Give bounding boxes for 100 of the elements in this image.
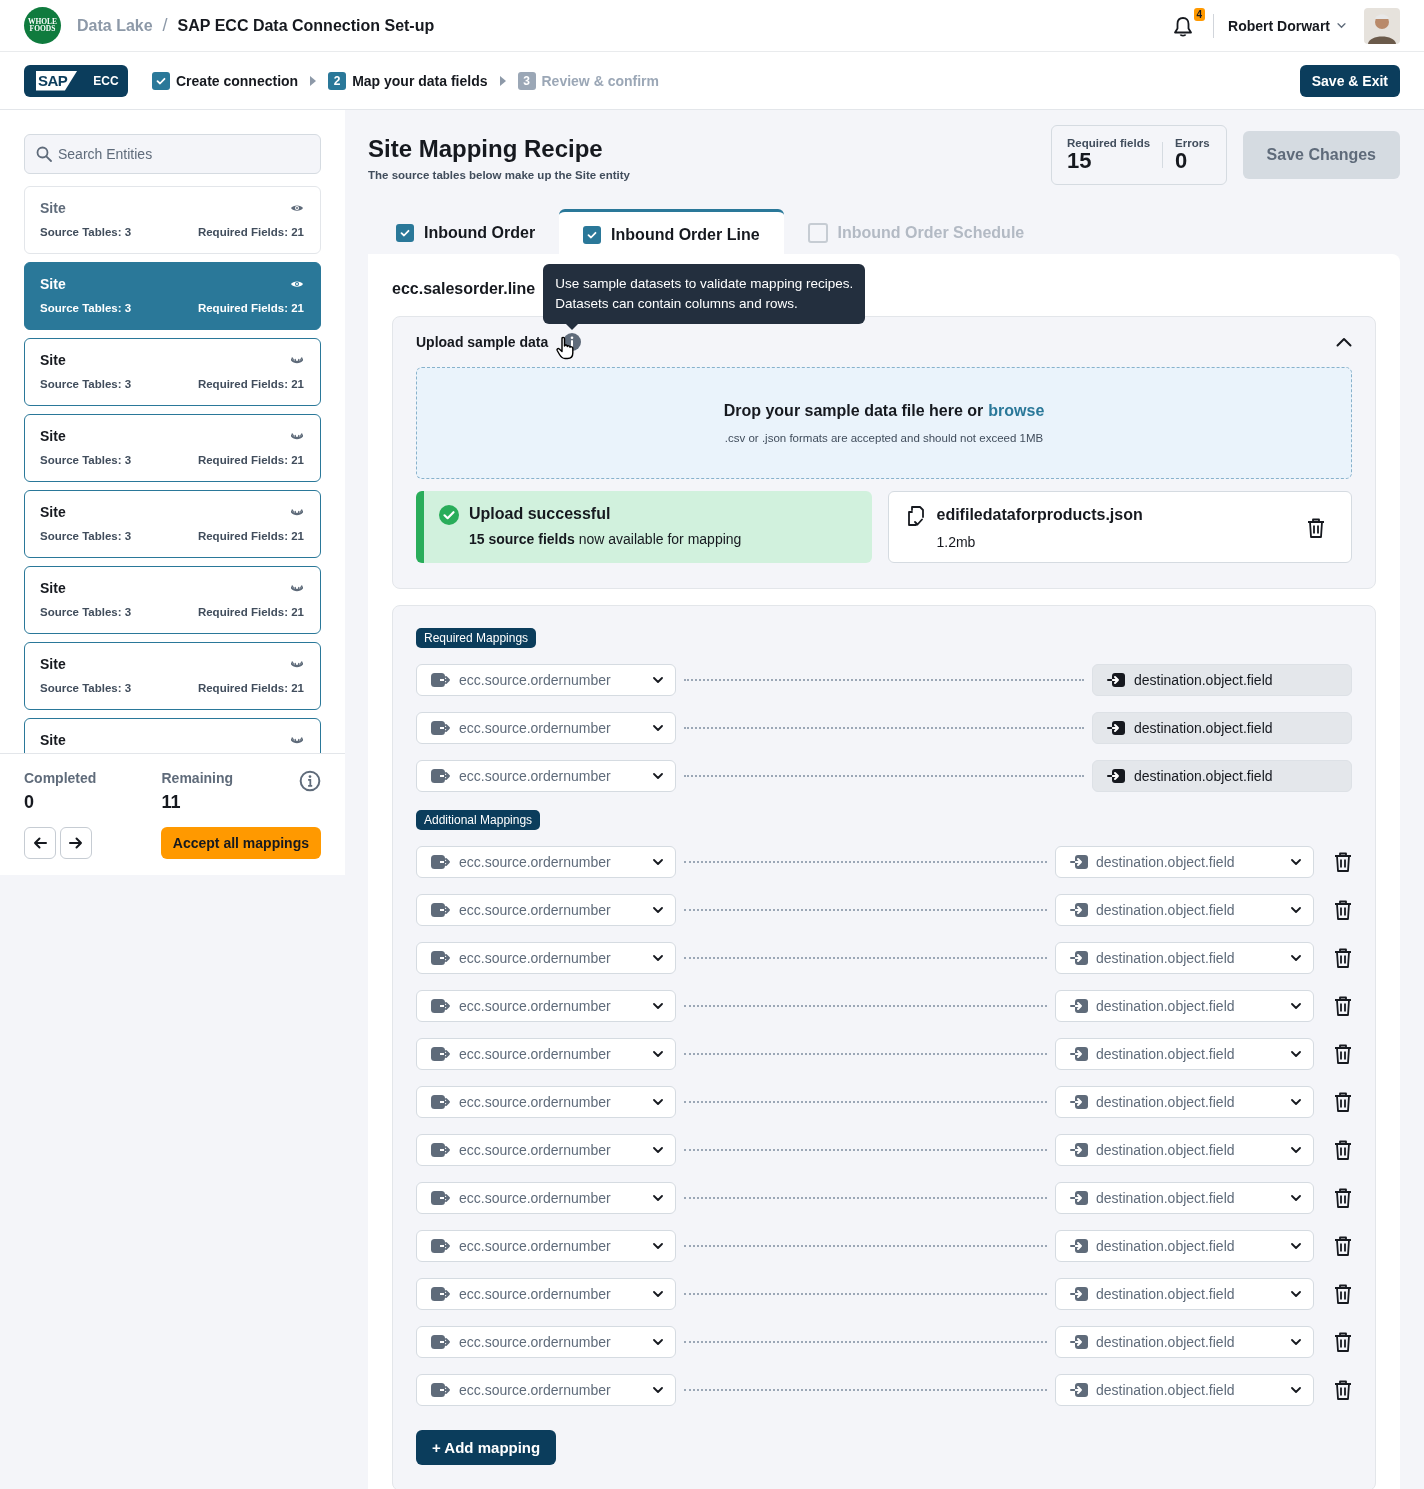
chevron-down-icon [1291,1050,1301,1058]
tab[interactable]: Inbound Order [372,212,560,254]
source-select[interactable]: ecc.source.ordernumber [416,1182,676,1214]
destination-select[interactable]: destination.object.field [1055,990,1314,1022]
notification-count: 4 [1193,7,1206,21]
file-icon [906,506,925,526]
trash-icon[interactable] [1307,518,1325,538]
trash-icon[interactable] [1334,1092,1352,1112]
page-subtitle: The source tables below make up the Site entity [368,169,631,181]
next-button[interactable] [60,827,92,859]
alert-title: Upload successful [469,505,612,523]
search-field[interactable]: Search Entities [24,134,321,174]
entity-card[interactable]: Site Source Tables: 3 Required Fields: 21 [24,642,321,710]
source-select[interactable]: ecc.source.ordernumber [416,942,676,974]
sap-logo: SAP [36,70,78,91]
trash-icon[interactable] [1334,1284,1352,1304]
source-select[interactable]: ecc.source.ordernumber [416,712,676,744]
destination-select[interactable]: destination.object.field [1055,1278,1314,1310]
destination-select[interactable]: destination.object.field [1055,1326,1314,1358]
entity-card[interactable]: Site Source Tables: 3 Required Fields: 21 [24,262,321,330]
chevron-down-icon [653,1002,663,1010]
tab[interactable]: Inbound Order Line [559,209,784,254]
entity-card[interactable]: Site Source Tables: 3 Required Fields: 21 [24,490,321,558]
source-select[interactable]: ecc.source.ordernumber [416,1326,676,1358]
source-select[interactable]: ecc.source.ordernumber [416,1278,676,1310]
export-icon [431,999,451,1013]
source-select[interactable]: ecc.source.ordernumber [416,1134,676,1166]
trash-icon[interactable] [1334,948,1352,968]
chevron-down-icon [653,772,663,780]
source-select[interactable]: ecc.source.ordernumber [416,1038,676,1070]
entity-name: Site [40,580,66,596]
source-select[interactable]: ecc.source.ordernumber [416,846,676,878]
browse-link[interactable]: browse [988,402,1045,420]
drop-zone[interactable]: Drop your sample data file here or browse .csv or .json formats are accepted and should not exceed 1MB [416,367,1352,479]
entity-card[interactable]: Site Source Tables: 3 Required Fields: 21 [24,338,321,406]
trash-icon[interactable] [1334,1236,1352,1256]
destination-select[interactable]: destination.object.field [1055,846,1314,878]
trash-icon[interactable] [1334,1188,1352,1208]
user-menu[interactable]: Robert Dorwart [1228,17,1346,34]
trash-icon[interactable] [1334,996,1352,1016]
export-icon [431,1335,451,1349]
entity-name: Site [40,656,66,672]
source-tables-count: Source Tables: 3 [40,530,132,542]
export-icon [431,1143,451,1157]
trash-icon[interactable] [1334,1044,1352,1064]
source-select[interactable]: ecc.source.ordernumber [416,1230,676,1262]
entity-card[interactable]: Site Source Tables: 3 Required Fields: 21 [24,186,321,254]
accept-all-button[interactable]: Accept all mappings [160,827,321,859]
destination-select[interactable]: destination.object.field [1055,1230,1314,1262]
chevron-down-icon [1291,1098,1301,1106]
source-select[interactable]: ecc.source.ordernumber [416,894,676,926]
chevron-down-icon [653,676,663,684]
destination-select[interactable]: destination.object.field [1055,1038,1314,1070]
export-icon [431,855,451,869]
destination-select[interactable]: destination.object.field [1055,894,1314,926]
table-name: ecc.salesorder.line [392,280,536,298]
file-name: edifiledataforproducts.json [936,506,1143,524]
required-fields-count: Required Fields: 21 [197,378,304,390]
required-fields-count: Required Fields: 21 [197,606,304,618]
export-icon [431,951,451,965]
source-tables-count: Source Tables: 3 [40,682,132,694]
chevron-down-icon [653,1050,663,1058]
trash-icon[interactable] [1334,1140,1352,1160]
step-number: 3 [517,71,536,90]
chevron-up-icon[interactable] [1336,337,1352,347]
entity-card[interactable]: Site Source Tables: 3 Required Fields: 21 [24,566,321,634]
chevron-down-icon [1291,1338,1301,1346]
import-icon [1070,999,1088,1013]
destination-select[interactable]: destination.object.field [1055,942,1314,974]
destination-select[interactable]: destination.object.field [1055,1086,1314,1118]
chevron-down-icon [1291,1146,1301,1154]
import-icon [1070,1095,1088,1109]
trash-icon[interactable] [1334,852,1352,872]
destination-select[interactable]: destination.object.field [1055,1374,1314,1406]
trash-icon[interactable] [1334,1380,1352,1400]
destination-field: destination.object.field [1092,712,1352,744]
source-tables-count: Source Tables: 3 [40,378,132,390]
entity-card[interactable]: Site Source Tables: 3 Required Fields: 21 [24,414,321,482]
source-select[interactable]: ecc.source.ordernumber [416,760,676,792]
entity-card[interactable]: Site [24,718,321,753]
destination-select[interactable]: destination.object.field [1055,1182,1314,1214]
chevron-down-icon [653,1098,663,1106]
previous-button[interactable] [24,827,56,859]
source-select[interactable]: ecc.source.ordernumber [416,664,676,696]
source-select[interactable]: ecc.source.ordernumber [416,1374,676,1406]
source-select[interactable]: ecc.source.ordernumber [416,990,676,1022]
source-tables-count: Source Tables: 3 [40,226,132,238]
save-exit-button[interactable]: Save & Exit [1299,64,1400,97]
chevron-down-icon [1291,1290,1301,1298]
source-select[interactable]: ecc.source.ordernumber [416,1086,676,1118]
trash-icon[interactable] [1334,900,1352,920]
destination-select[interactable]: destination.object.field [1055,1134,1314,1166]
breadcrumb-link[interactable]: Data Lake [77,16,153,35]
tooltip: Use sample datasets to validate mapping recipes. Datasets can contain columns and rows. [543,264,866,324]
destination-field: destination.object.field [1092,760,1352,792]
required-fields-count: Required Fields: 21 [197,530,304,542]
step-label: Create connection [176,72,299,89]
trash-icon[interactable] [1334,1332,1352,1352]
export-icon [431,1383,451,1397]
add-mapping-button[interactable]: + Add mapping [416,1430,557,1465]
